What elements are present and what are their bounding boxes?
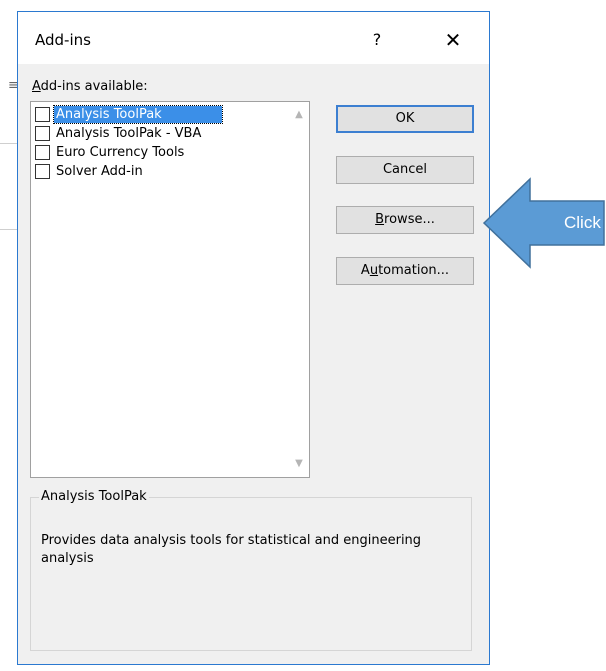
click-annotation-label: Click (564, 213, 601, 232)
dialog-title: Add-ins (35, 31, 91, 49)
add-ins-list: Analysis ToolPak Analysis ToolPak - VBA … (33, 105, 289, 181)
list-item-solver-add-in[interactable]: Solver Add-in (33, 162, 289, 181)
click-annotation-arrow: Click (482, 177, 606, 269)
automation-label-pre: A (360, 263, 370, 278)
list-item-label: Solver Add-in (56, 164, 143, 179)
browse-accelerator: B (375, 212, 385, 227)
groupbox-title: Analysis ToolPak (39, 489, 149, 504)
list-item-euro-currency-tools[interactable]: Euro Currency Tools (33, 143, 289, 162)
add-in-description: Provides data analysis tools for statist… (41, 533, 422, 566)
add-ins-available-label: Add-ins available: (32, 79, 148, 94)
list-item-label: Analysis ToolPak - VBA (56, 126, 202, 141)
scroll-up-arrow-icon[interactable]: ▲ (292, 108, 306, 122)
add-ins-dialog: Add-ins ? ✕ Add-ins available: Analysis … (17, 11, 490, 665)
scroll-down-arrow-icon[interactable]: ▼ (292, 457, 306, 471)
checkbox[interactable] (35, 145, 50, 160)
browse-button[interactable]: Browse... (336, 206, 474, 234)
help-button[interactable]: ? (362, 26, 392, 54)
description-groupbox: Analysis ToolPak Provides data analysis … (30, 489, 472, 651)
screen: ≡ Add-ins ? ✕ Add-ins available: Analysi… (0, 0, 606, 671)
title-bar: Add-ins ? ✕ (18, 12, 489, 64)
ok-button[interactable]: OK (336, 105, 474, 133)
automation-button[interactable]: Automation... (336, 257, 474, 285)
add-ins-listbox[interactable]: Analysis ToolPak Analysis ToolPak - VBA … (30, 101, 310, 478)
list-item-label: Euro Currency Tools (56, 145, 185, 160)
automation-accelerator: u (369, 263, 379, 278)
list-item-analysis-toolpak-vba[interactable]: Analysis ToolPak - VBA (33, 124, 289, 143)
list-item-analysis-toolpak[interactable]: Analysis ToolPak (33, 105, 289, 124)
automation-label-rest: tomation... (378, 263, 450, 278)
label-accelerator: A (32, 79, 41, 94)
browse-label-rest: rowse... (384, 212, 435, 227)
checkbox[interactable] (35, 107, 50, 122)
background-gridline (0, 229, 17, 230)
list-item-label: Analysis ToolPak (53, 105, 223, 124)
cancel-button[interactable]: Cancel (336, 156, 474, 184)
checkbox[interactable] (35, 164, 50, 179)
close-button[interactable]: ✕ (438, 26, 468, 54)
checkbox[interactable] (35, 126, 50, 141)
background-gridline (0, 143, 17, 144)
label-rest: dd-ins available: (40, 79, 148, 94)
